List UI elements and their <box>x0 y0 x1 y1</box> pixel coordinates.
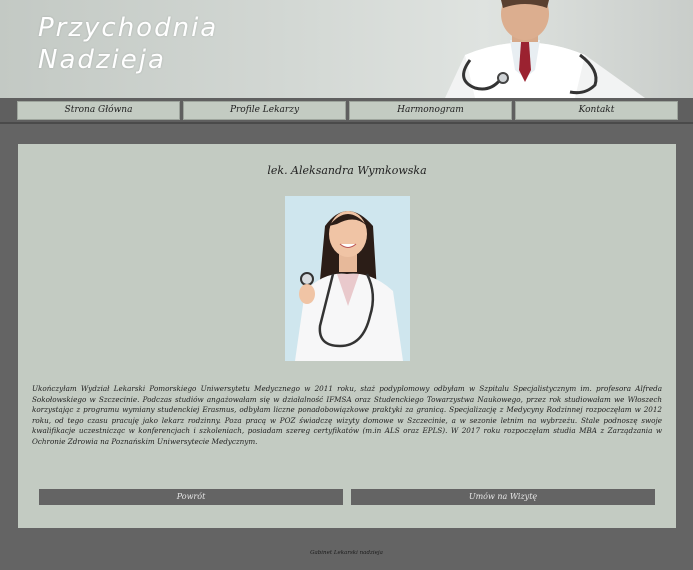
doctor-name: lek. Aleksandra Wymkowska <box>267 164 427 177</box>
main-nav: Strona Główna Profile Lekarzy Harmonogra… <box>0 98 693 124</box>
nav-item-doctor-profiles[interactable]: Profile Lekarzy <box>183 101 346 120</box>
doctor-hero-image <box>445 0 645 98</box>
brand-line-2: Nadzieja <box>38 45 166 75</box>
footer-text: Gabinet Lekarski nadzieja <box>310 550 383 556</box>
brand-line-1: Przychodnia <box>38 13 219 43</box>
nav-item-home[interactable]: Strona Główna <box>17 101 180 120</box>
header-banner: Przychodnia Nadzieja <box>0 0 693 98</box>
doctor-photo <box>285 196 410 361</box>
doctor-profile-card: lek. Aleksandra Wymkowska Ukończyłam Wyd… <box>18 144 676 528</box>
brand-logo: Przychodnia Nadzieja <box>38 12 218 76</box>
back-button[interactable]: Powrót <box>39 489 343 505</box>
book-appointment-button[interactable]: Umów na Wizytę <box>351 489 655 505</box>
doctor-bio: Ukończyłam Wydział Lekarski Pomorskiego … <box>32 384 662 446</box>
page: Przychodnia Nadzieja Strona Główna Profi… <box>0 0 693 570</box>
nav-item-schedule[interactable]: Harmonogram <box>349 101 512 120</box>
nav-item-contact[interactable]: Kontakt <box>515 101 678 120</box>
